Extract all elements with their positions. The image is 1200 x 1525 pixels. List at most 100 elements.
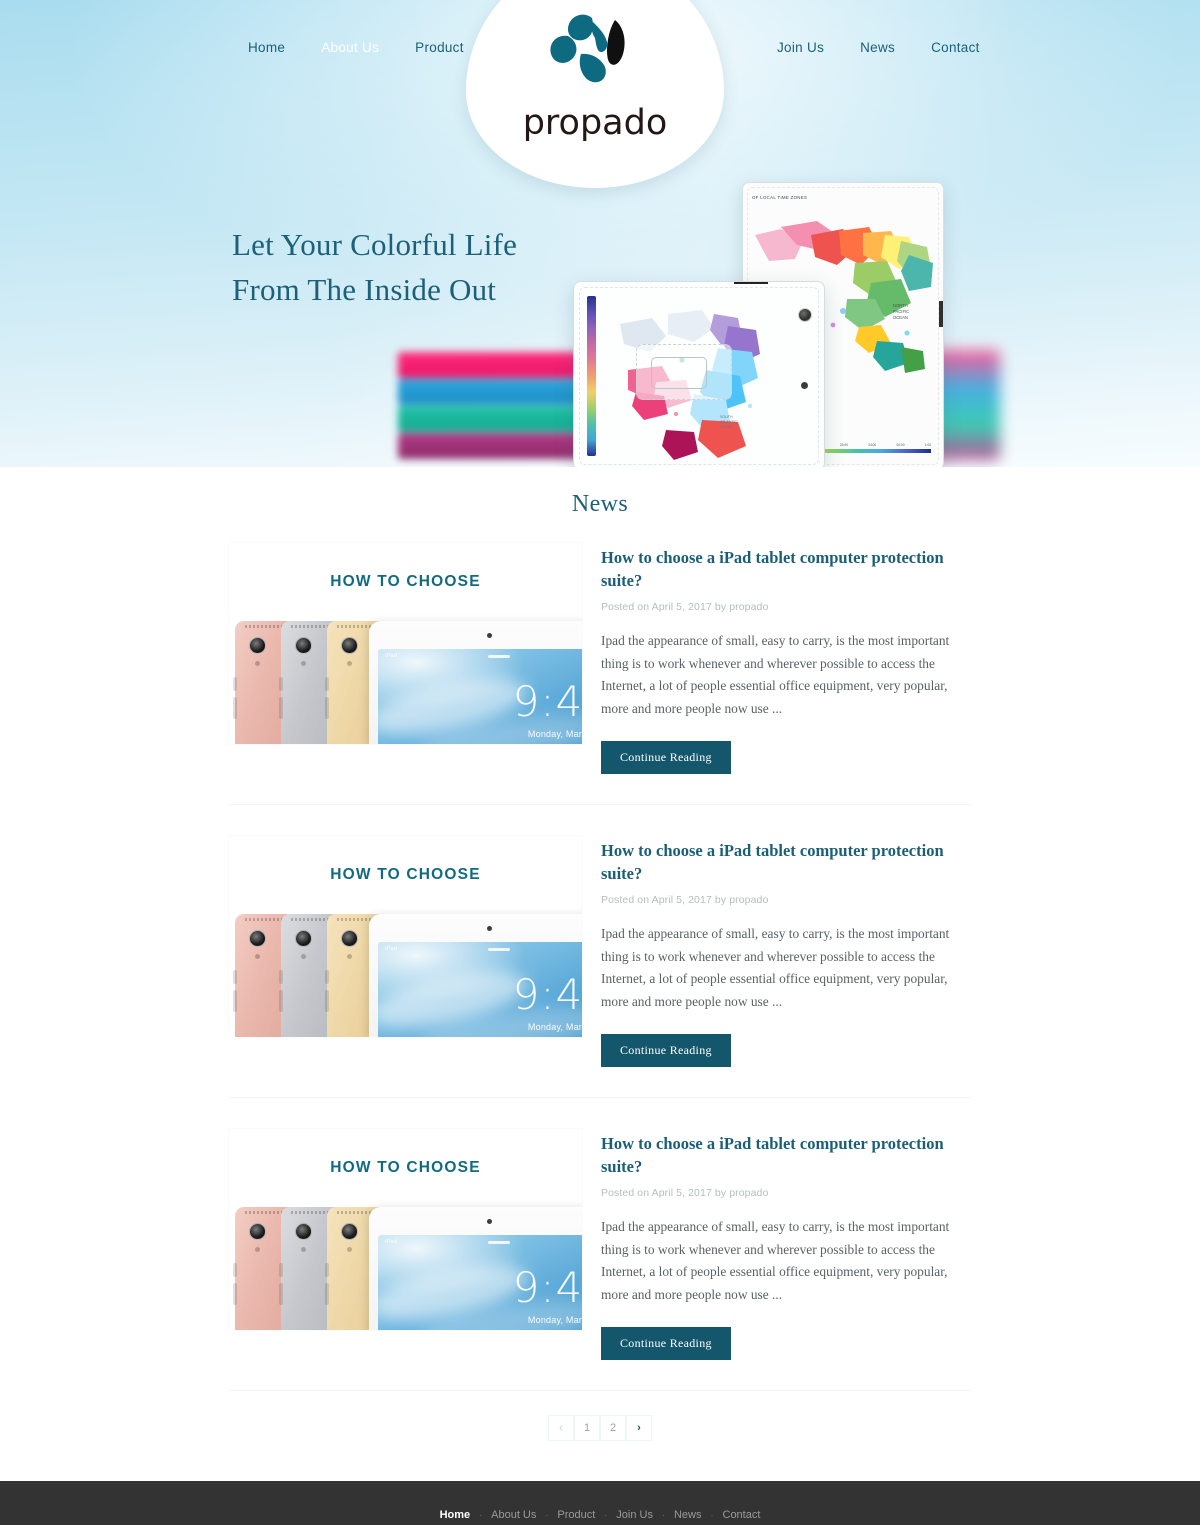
pagination-prev-icon[interactable]: ‹ <box>548 1415 574 1441</box>
svg-text:SOUTH: SOUTH <box>720 415 733 419</box>
continue-reading-button[interactable]: Continue Reading <box>601 741 731 774</box>
pagination-next-icon[interactable]: › <box>626 1415 652 1441</box>
footer-link-about-us[interactable]: About Us <box>491 1509 536 1521</box>
ipad-front-lockscreen: iPad 9:41 Monday, March 21 <box>369 1207 583 1330</box>
antenna-band <box>291 625 331 628</box>
footer-separator: · <box>604 1510 608 1520</box>
volume-button <box>233 1263 237 1277</box>
camera-lens-icon <box>341 637 358 654</box>
camera-lens-icon <box>295 1223 312 1240</box>
hero-headline: Let Your Colorful Life From The Inside O… <box>232 222 517 312</box>
nav-item-product[interactable]: Product <box>415 40 464 55</box>
volume-button <box>325 970 329 984</box>
hero-headline-line-1: Let Your Colorful Life <box>232 227 518 262</box>
flash-cutout <box>801 382 808 389</box>
front-camera-icon <box>487 1219 492 1224</box>
antenna-band <box>245 1211 285 1214</box>
news-post-list: HOW TO CHOOSE iPad 9:4 Monday, Mar How t… <box>228 542 972 1390</box>
nav-item-join-us[interactable]: Join Us <box>777 40 824 55</box>
footer-link-product[interactable]: Product <box>557 1509 595 1521</box>
svg-text:NORTH: NORTH <box>893 303 908 308</box>
antenna-band <box>245 918 285 921</box>
volume-button <box>279 1283 283 1305</box>
camera-lens-icon <box>341 1223 358 1240</box>
case-clip-top <box>734 282 768 284</box>
microphone-icon <box>301 661 306 666</box>
microphone-icon <box>347 1247 352 1252</box>
pagination-page-1[interactable]: 1 <box>574 1415 600 1441</box>
post-excerpt: Ipad the appearance of small, easy to ca… <box>601 1219 950 1302</box>
post-body: How to choose a iPad tablet computer pro… <box>601 542 972 774</box>
volume-button <box>325 990 329 1012</box>
main-content: News HOW TO CHOOSE iPad 9:4 Monday, Mar … <box>0 467 1200 1481</box>
nav-item-news[interactable]: News <box>860 40 895 55</box>
svg-text:ATLANTIC: ATLANTIC <box>720 420 738 424</box>
post-title[interactable]: How to choose a iPad tablet computer pro… <box>601 546 972 592</box>
footer-separator: · <box>545 1510 549 1520</box>
volume-button <box>279 970 283 984</box>
lockscreen-time: 9:41 <box>512 1263 583 1312</box>
status-bar-indicator <box>487 948 510 951</box>
footer-link-news[interactable]: News <box>674 1509 702 1521</box>
thumbnail-caption-text: HOW TO CHOOSE <box>330 1159 481 1176</box>
nav-item-home[interactable]: Home <box>248 40 285 55</box>
hero-banner: OF LOCAL TIME ZONES NORTH PACIFIC OCEAN … <box>0 0 1200 467</box>
tablet-holder-cutout <box>636 344 732 400</box>
camera-lens-icon <box>249 1223 266 1240</box>
status-bar-carrier: iPad <box>385 653 398 659</box>
volume-button <box>279 990 283 1012</box>
nav-item-about-us[interactable]: About Us <box>321 40 379 55</box>
post-title[interactable]: How to choose a iPad tablet computer pro… <box>601 839 972 885</box>
timezone-map-label: OF LOCAL TIME ZONES <box>752 195 808 200</box>
post-title[interactable]: How to choose a iPad tablet computer pro… <box>601 1132 972 1178</box>
volume-button <box>233 990 237 1012</box>
pagination: ‹ 1 2 › <box>228 1390 972 1481</box>
tablet-case-front: SOUTH ATLANTIC OCEAN <box>573 281 825 467</box>
lockscreen-time: 9:41 <box>512 970 583 1019</box>
footer-link-home[interactable]: Home <box>440 1509 471 1521</box>
volume-button <box>233 970 237 984</box>
pagination-page-2[interactable]: 2 <box>600 1415 626 1441</box>
volume-button <box>279 677 283 691</box>
status-bar-indicator <box>487 1241 510 1244</box>
microphone-icon <box>347 661 352 666</box>
logo-wordmark: propado <box>522 103 668 143</box>
continue-reading-button[interactable]: Continue Reading <box>601 1034 731 1067</box>
antenna-band <box>245 625 285 628</box>
volume-button <box>325 677 329 691</box>
lockscreen: iPad 9:41 Monday, March 21 <box>378 942 583 1037</box>
svg-text:OCEAN: OCEAN <box>720 425 733 429</box>
volume-button <box>279 697 283 719</box>
map-color-scale <box>587 296 596 456</box>
case-strap-right <box>939 301 943 327</box>
logo-badge[interactable]: propado <box>466 0 724 188</box>
volume-button <box>279 1263 283 1277</box>
site-footer: Home · About Us · Product · Join Us · Ne… <box>0 1481 1200 1525</box>
status-bar-carrier: iPad <box>385 946 398 952</box>
post-thumbnail[interactable]: HOW TO CHOOSE iPad 9:4 Monday, Mar <box>228 542 583 745</box>
status-bar-carrier: iPad <box>385 1239 398 1245</box>
ipad-front-lockscreen: iPad 9:41 Monday, March 21 <box>369 621 582 744</box>
post-thumbnail[interactable]: HOW TO CHOOSE iPad 9:4 Monday, Mar <box>228 1128 583 1331</box>
lockscreen-date: Monday, March 21 <box>527 1315 582 1325</box>
volume-button <box>233 697 237 719</box>
thumbnail-caption: HOW TO CHOOSE <box>229 836 582 914</box>
status-bar-indicator <box>487 655 510 658</box>
antenna-band <box>291 1211 331 1214</box>
volume-button <box>325 1263 329 1277</box>
footer-link-contact[interactable]: Contact <box>723 1509 761 1521</box>
post-body: How to choose a iPad tablet computer pro… <box>601 1128 972 1360</box>
footer-link-join-us[interactable]: Join Us <box>616 1509 653 1521</box>
device-lineup: iPad 9:41 Monday, March 21 <box>229 914 583 1037</box>
footer-separator: · <box>479 1510 483 1520</box>
nav-item-contact[interactable]: Contact <box>931 40 980 55</box>
volume-button <box>325 697 329 719</box>
hero-headline-line-2: From The Inside Out <box>232 272 497 307</box>
post-thumbnail[interactable]: HOW TO CHOOSE iPad 9:4 Monday, Mar <box>228 835 583 1038</box>
continue-reading-button[interactable]: Continue Reading <box>601 1327 731 1360</box>
list-item: HOW TO CHOOSE iPad 9:4 Monday, Mar How t… <box>228 542 972 804</box>
microphone-icon <box>347 954 352 959</box>
svg-text:PACIFIC: PACIFIC <box>893 309 909 314</box>
antenna-band <box>291 918 331 921</box>
camera-lens-icon <box>295 930 312 947</box>
